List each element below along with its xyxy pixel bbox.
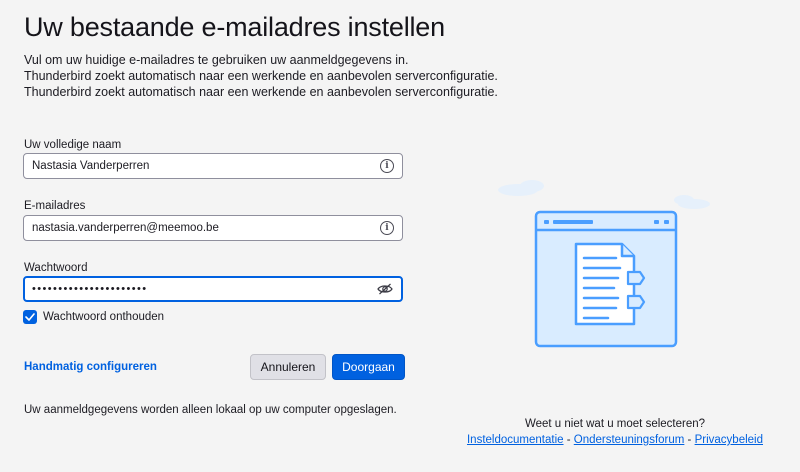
description: Vul om uw huidige e-mailadres te gebruik… xyxy=(24,52,498,100)
password-label: Wachtwoord xyxy=(24,262,88,274)
cancel-button[interactable]: Annuleren xyxy=(250,354,326,380)
setup-docs-link[interactable]: Insteldocumentatie xyxy=(467,434,564,446)
info-icon[interactable]: i xyxy=(380,159,394,173)
description-line-3: Thunderbird zoekt automatisch naar een w… xyxy=(24,85,498,99)
password-field[interactable]: •••••••••••••••••••••• xyxy=(23,276,403,302)
description-line-1: Vul om uw huidige e-mailadres te gebruik… xyxy=(24,53,409,67)
cloud-icon xyxy=(498,180,710,209)
email-label: E-mailadres xyxy=(24,200,86,212)
checkmark-icon xyxy=(25,313,35,321)
help-block: Weet u niet wat u moet selecteren? Inste… xyxy=(450,416,780,448)
email-field[interactable]: nastasia.vanderperren@meemoo.be i xyxy=(23,215,403,241)
email-value: nastasia.vanderperren@meemoo.be xyxy=(32,222,219,234)
help-question: Weet u niet wat u moet selecteren? xyxy=(524,418,706,430)
name-value: Nastasia Vanderperren xyxy=(32,160,150,172)
name-label: Uw volledige naam xyxy=(24,139,122,151)
support-forum-link[interactable]: Ondersteuningsforum xyxy=(574,434,685,446)
document-icon xyxy=(574,242,646,326)
info-icon[interactable]: i xyxy=(380,221,394,235)
manual-config-link[interactable]: Handmatig configureren xyxy=(24,361,157,373)
setup-illustration xyxy=(498,180,710,348)
eye-slash-icon[interactable] xyxy=(377,283,393,295)
remember-password-row[interactable]: Wachtwoord onthouden xyxy=(23,310,164,324)
link-separator: - xyxy=(684,434,695,446)
privacy-policy-link[interactable]: Privacybeleid xyxy=(695,434,763,446)
password-value: •••••••••••••••••••••• xyxy=(32,283,148,295)
help-links: Insteldocumentatie - Ondersteuningsforum… xyxy=(450,432,780,448)
continue-button[interactable]: Doorgaan xyxy=(332,354,405,380)
page-title: Uw bestaande e-mailadres instellen xyxy=(24,12,445,42)
description-line-2: Thunderbird zoekt automatisch naar een w… xyxy=(24,69,498,83)
remember-password-label: Wachtwoord onthouden xyxy=(43,311,165,323)
name-field[interactable]: Nastasia Vanderperren i xyxy=(23,153,403,179)
link-separator: - xyxy=(563,434,574,446)
local-storage-note: Uw aanmeldgegevens worden alleen lokaal … xyxy=(24,404,397,416)
remember-password-checkbox[interactable] xyxy=(23,310,37,324)
